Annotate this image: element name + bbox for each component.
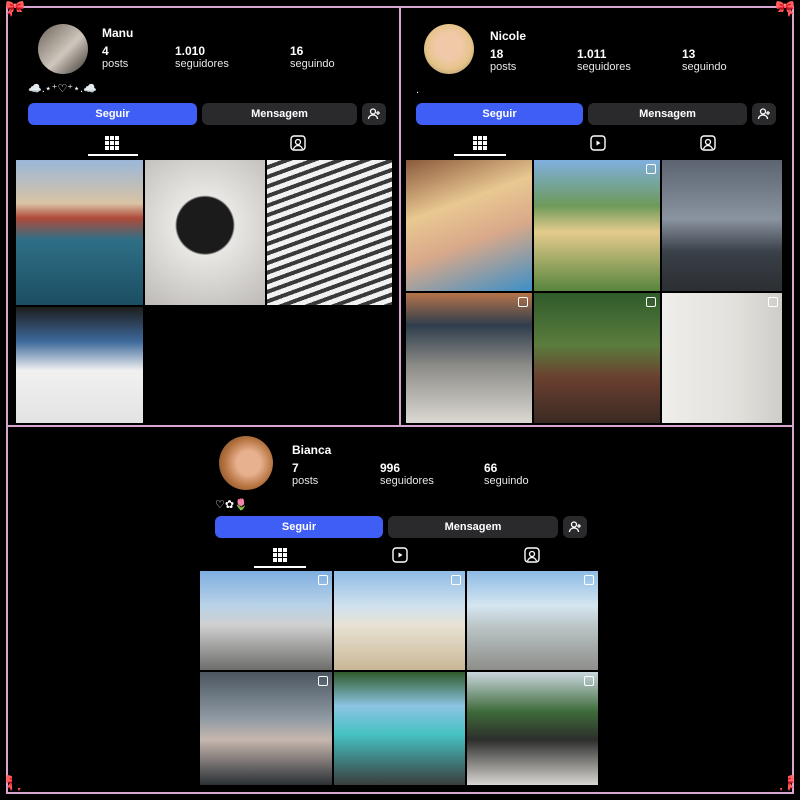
following-count: 13	[682, 47, 696, 61]
profile-tabs	[402, 132, 788, 156]
multi-post-icon	[768, 297, 778, 307]
posts-stat[interactable]: 7 posts	[292, 462, 318, 488]
bio: ♡✿🌷	[215, 499, 248, 511]
tagged-icon[interactable]	[698, 134, 718, 152]
username: Nicole	[490, 29, 527, 43]
post-grid	[16, 160, 392, 423]
multi-post-icon	[318, 575, 328, 585]
avatar[interactable]	[424, 24, 474, 74]
posts-count: 18	[490, 47, 504, 61]
add-person-button[interactable]	[362, 103, 386, 125]
multi-post-icon	[646, 164, 656, 174]
followers-count: 1.011	[577, 47, 607, 61]
post-thumbnail[interactable]	[267, 160, 392, 305]
frame-middle-horizontal	[6, 425, 794, 427]
post-thumbnail[interactable]	[406, 160, 532, 291]
follow-button[interactable]: Seguir	[28, 103, 197, 125]
posts-stat[interactable]: 4 posts	[102, 45, 128, 71]
post-thumbnail[interactable]	[406, 293, 532, 423]
post-thumbnail[interactable]	[467, 571, 598, 670]
username: Bianca	[292, 443, 332, 457]
post-thumbnail[interactable]	[467, 672, 598, 785]
profile-tabs	[200, 544, 600, 568]
tagged-icon[interactable]	[288, 134, 308, 152]
followers-label: seguidores	[380, 475, 434, 487]
multi-post-icon	[584, 676, 594, 686]
active-tab-underline	[454, 154, 506, 156]
multi-post-icon	[318, 676, 328, 686]
post-thumbnail[interactable]	[334, 672, 465, 785]
post-grid	[200, 571, 598, 785]
post-thumbnail[interactable]	[200, 571, 332, 670]
posts-count: 4	[102, 44, 109, 58]
followers-stat[interactable]: 996 seguidores	[380, 462, 434, 488]
tagged-icon[interactable]	[522, 546, 542, 564]
frame-middle-vertical	[399, 6, 401, 426]
active-tab-underline	[88, 154, 138, 156]
following-label: seguindo	[682, 61, 727, 73]
username: Manu	[102, 26, 134, 40]
avatar[interactable]	[38, 24, 88, 74]
follow-button[interactable]: Seguir	[215, 516, 383, 538]
add-person-button[interactable]	[563, 516, 587, 538]
following-stat[interactable]: 16 seguindo	[290, 45, 335, 71]
profile-panel-bianca: Bianca 7 posts 996 seguidores 66 seguind…	[12, 428, 788, 788]
posts-label: posts	[490, 61, 517, 73]
multi-post-icon	[518, 297, 528, 307]
message-button[interactable]: Mensagem	[388, 516, 558, 538]
grid-icon[interactable]	[102, 134, 122, 152]
multi-post-icon	[451, 575, 461, 585]
post-thumbnail[interactable]	[16, 307, 143, 423]
avatar[interactable]	[219, 436, 273, 490]
post-thumbnail[interactable]	[662, 160, 782, 291]
post-thumbnail[interactable]	[534, 293, 660, 423]
bio: ☁️.⋆⁺♡⁺⋆.☁️	[28, 83, 97, 95]
add-person-icon	[367, 108, 380, 120]
add-person-icon	[757, 108, 770, 120]
bio: .	[416, 84, 420, 96]
post-thumbnail[interactable]	[534, 160, 660, 291]
post-thumbnail[interactable]	[16, 160, 143, 305]
posts-label: posts	[102, 58, 129, 70]
followers-label: seguidores	[577, 61, 631, 73]
following-label: seguindo	[290, 58, 335, 70]
posts-label: posts	[292, 475, 319, 487]
frame-bottom	[6, 792, 794, 794]
reels-icon[interactable]	[588, 134, 608, 152]
posts-count: 7	[292, 461, 299, 475]
post-thumbnail[interactable]	[200, 672, 332, 785]
multi-post-icon	[646, 297, 656, 307]
post-thumbnail[interactable]	[662, 293, 782, 423]
following-stat[interactable]: 66 seguindo	[484, 462, 529, 488]
followers-count: 1.010	[175, 44, 206, 58]
profile-panel-manu: Manu 4 posts 1.010 seguidores 16 seguind…	[12, 12, 398, 424]
followers-stat[interactable]: 1.010 seguidores	[175, 45, 229, 71]
following-count: 66	[484, 461, 498, 475]
posts-stat[interactable]: 18 posts	[490, 48, 516, 74]
following-count: 16	[290, 44, 304, 58]
following-label: seguindo	[484, 475, 529, 487]
post-thumbnail[interactable]	[334, 571, 465, 670]
followers-label: seguidores	[175, 58, 229, 70]
profile-panel-nicole: Nicole 18 posts 1.011 seguidores 13 segu…	[402, 12, 788, 424]
message-button[interactable]: Mensagem	[588, 103, 747, 125]
reels-icon[interactable]	[390, 546, 410, 564]
active-tab-underline	[254, 566, 306, 568]
multi-post-icon	[584, 575, 594, 585]
post-thumbnail[interactable]	[145, 160, 265, 305]
grid-icon[interactable]	[470, 134, 490, 152]
followers-stat[interactable]: 1.011 seguidores	[577, 48, 631, 74]
post-grid	[406, 160, 782, 423]
frame-right	[792, 6, 794, 794]
followers-count: 996	[380, 461, 401, 475]
grid-icon[interactable]	[270, 546, 290, 564]
add-person-icon	[568, 521, 581, 533]
following-stat[interactable]: 13 seguindo	[682, 48, 727, 74]
add-person-button[interactable]	[752, 103, 776, 125]
frame-left	[6, 6, 8, 794]
message-button[interactable]: Mensagem	[202, 103, 357, 125]
follow-button[interactable]: Seguir	[416, 103, 583, 125]
profile-tabs	[12, 132, 398, 156]
